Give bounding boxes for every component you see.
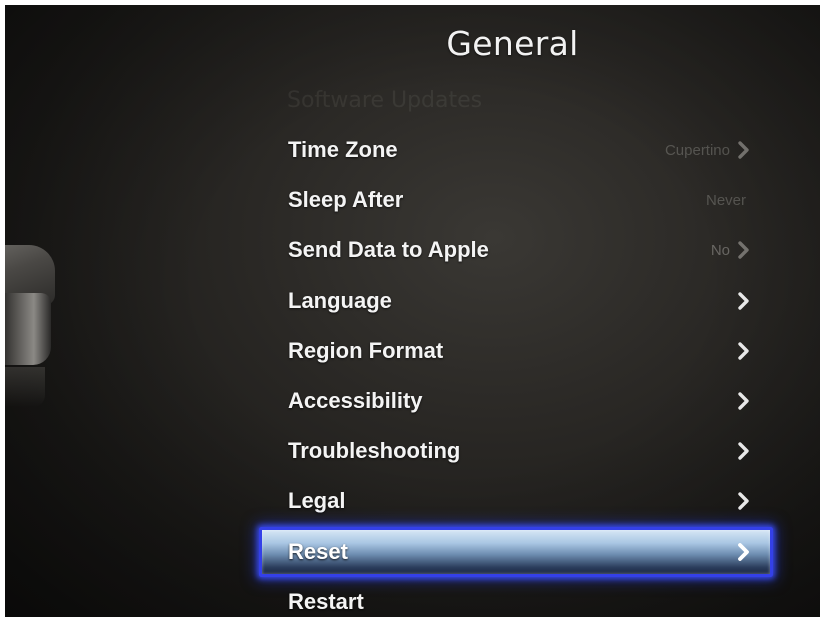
- chevron-right-icon: [736, 140, 752, 160]
- menu-item-sleep-after[interactable]: Sleep After Never: [262, 175, 770, 225]
- menu-item-value: Cupertino: [664, 141, 730, 159]
- menu-item-accessory: Never: [706, 192, 752, 209]
- menu-item-language[interactable]: Language: [262, 276, 770, 326]
- scrolled-menu-item-software-updates[interactable]: Software Updates: [287, 86, 482, 116]
- apple-tv-device: [5, 245, 65, 407]
- page-title: General: [446, 24, 579, 63]
- menu-item-label: Time Zone: [288, 137, 398, 163]
- menu-item-label: Language: [288, 287, 392, 313]
- menu-item-label: Reset: [288, 538, 348, 564]
- chevron-right-icon: [736, 491, 752, 511]
- menu-item-label: Accessibility: [288, 388, 423, 414]
- menu-item-label: Sleep After: [288, 187, 404, 213]
- device-side: [5, 293, 51, 365]
- menu-item-label: Send Data to Apple: [288, 237, 489, 263]
- menu-item-label: Troubleshooting: [288, 438, 461, 464]
- menu-item-reset[interactable]: Reset: [259, 526, 773, 577]
- chevron-right-icon: [736, 341, 752, 361]
- chevron-right-icon: [736, 240, 752, 260]
- menu-item-value: Never: [705, 191, 746, 209]
- chevron-right-icon: [736, 542, 752, 562]
- menu-item-accessory: Cupertino: [665, 140, 752, 160]
- menu-item-troubleshooting[interactable]: Troubleshooting: [262, 426, 770, 476]
- menu-item-legal[interactable]: Legal: [262, 476, 770, 526]
- menu-item-restart[interactable]: Restart: [262, 577, 770, 627]
- chevron-right-icon: [736, 391, 752, 411]
- settings-menu: Time Zone Cupertino Sleep After Never Se…: [259, 125, 773, 627]
- menu-item-label: Restart: [288, 588, 364, 614]
- menu-item-label: Region Format: [288, 337, 444, 363]
- menu-item-time-zone[interactable]: Time Zone Cupertino: [262, 125, 770, 175]
- chevron-right-icon: [736, 291, 752, 311]
- menu-item-accessory: No: [711, 240, 752, 260]
- device-reflection: [5, 367, 45, 407]
- chevron-right-icon: [736, 441, 752, 461]
- menu-item-value: No: [710, 241, 730, 259]
- menu-item-label: Legal: [288, 488, 346, 514]
- menu-item-send-data-to-apple[interactable]: Send Data to Apple No: [262, 225, 770, 275]
- menu-item-accessibility[interactable]: Accessibility: [262, 376, 770, 426]
- menu-item-region-format[interactable]: Region Format: [262, 326, 770, 376]
